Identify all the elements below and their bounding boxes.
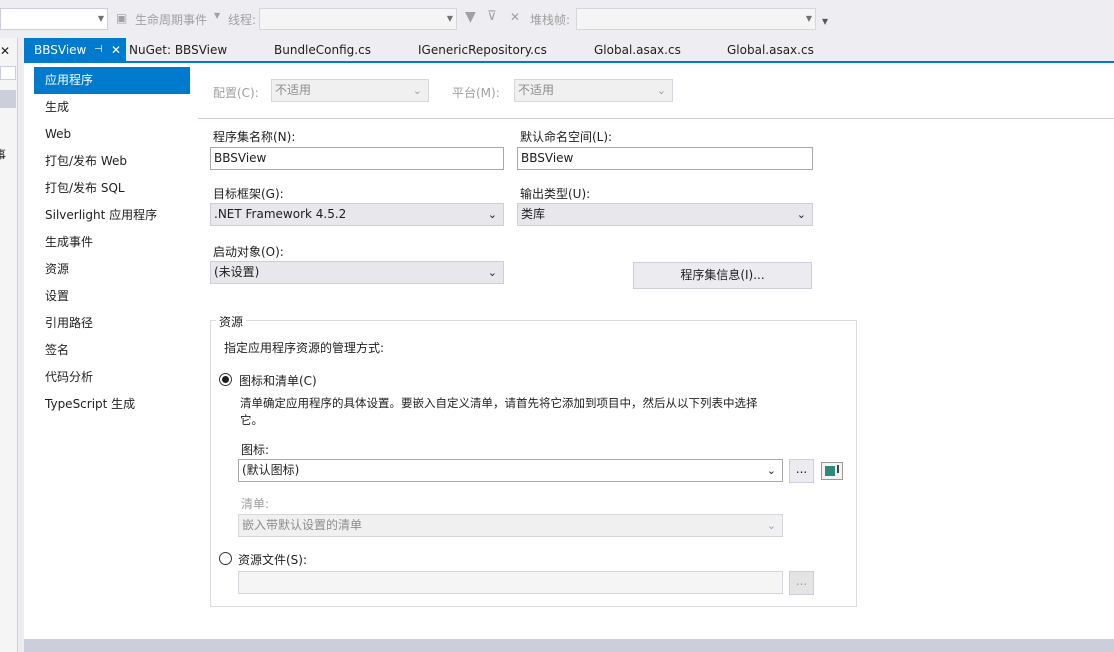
- output-type-combo[interactable]: 类库 ⌄: [517, 203, 813, 226]
- config-separator: [198, 118, 1114, 119]
- tab-nuget[interactable]: NuGet: BBSView: [129, 38, 227, 62]
- resources-group-title: 资源: [216, 313, 247, 330]
- platform-label: 平台(M):: [452, 86, 500, 100]
- pin-icon[interactable]: ⊣: [94, 38, 103, 62]
- nav-build[interactable]: 生成: [34, 94, 190, 121]
- output-type-label: 输出类型(U):: [520, 187, 591, 201]
- close-icon[interactable]: ✕: [0, 44, 10, 58]
- resources-description: 指定应用程序资源的管理方式:: [224, 341, 385, 355]
- target-framework-value: .NET Framework 4.5.2: [214, 207, 347, 221]
- manifest-combo[interactable]: 嵌入带默认设置的清单 ⌄: [238, 514, 783, 537]
- dropdown-arrow-icon[interactable]: ▼: [214, 11, 220, 20]
- nav-code-analysis[interactable]: 代码分析: [34, 364, 190, 391]
- resource-file-input[interactable]: [238, 571, 783, 594]
- tab-global-asax-2[interactable]: Global.asax.cs: [727, 38, 814, 62]
- output-type-value: 类库: [521, 207, 546, 221]
- chevron-down-icon: ⌄: [412, 84, 422, 97]
- nav-package-publish-web[interactable]: 打包/发布 Web: [34, 148, 190, 175]
- chevron-down-icon: ⌄: [766, 464, 776, 477]
- platform-combo[interactable]: 不适用 ⌄: [514, 79, 673, 102]
- default-namespace-label: 默认命名空间(L):: [520, 130, 613, 144]
- manifest-label: 清单:: [241, 497, 270, 511]
- assembly-name-label: 程序集名称(N):: [213, 130, 296, 144]
- tab-label: Global.asax.cs: [727, 43, 814, 57]
- icon-manifest-help-line1: 清单确定应用程序的具体设置。要嵌入自定义清单，请首先将它添加到项目中，然后从以下…: [240, 396, 758, 410]
- tab-bbsview[interactable]: BBSView ⊣ ✕: [24, 38, 126, 62]
- lifecycle-icon: ▣: [116, 11, 128, 25]
- tab-label: BBSView: [34, 43, 87, 57]
- resource-file-radio[interactable]: [219, 552, 232, 565]
- stack-frame-combo[interactable]: ▼: [576, 8, 816, 30]
- chevron-down-icon: ▼: [97, 14, 104, 23]
- nav-build-events[interactable]: 生成事件: [34, 229, 190, 256]
- nav-signing[interactable]: 签名: [34, 337, 190, 364]
- default-namespace-input[interactable]: BBSView: [517, 147, 813, 170]
- resource-file-label[interactable]: 资源文件(S):: [238, 551, 307, 568]
- nav-resources[interactable]: 资源: [34, 256, 190, 283]
- tab-label: NuGet: BBSView: [129, 43, 228, 57]
- flag-threads-icon[interactable]: ✕: [510, 10, 520, 24]
- tab-bundleconfig[interactable]: BundleConfig.cs: [274, 38, 371, 62]
- manifest-value: 嵌入带默认设置的清单: [242, 518, 363, 532]
- icon-manifest-help-line2: 它。: [240, 413, 263, 427]
- startup-object-value: (未设置): [214, 265, 260, 279]
- chevron-down-icon: ⌄: [796, 208, 806, 221]
- stub-cut-text: 事: [0, 148, 7, 162]
- tab-label: BundleConfig.cs: [274, 43, 371, 57]
- icon-manifest-label[interactable]: 图标和清单(C): [239, 372, 317, 389]
- icon-manifest-radio[interactable]: [219, 373, 232, 386]
- close-icon[interactable]: ✕: [111, 38, 121, 62]
- nav-silverlight[interactable]: Silverlight 应用程序: [34, 202, 190, 229]
- chevron-down-icon: ▼: [805, 14, 812, 23]
- chevron-down-icon: ⌄: [487, 266, 497, 279]
- startup-object-label: 启动对象(O):: [213, 245, 284, 259]
- tab-igenericrepository[interactable]: IGenericRepository.cs: [418, 38, 547, 62]
- document-tab-bar: BBSView ⊣ ✕ NuGet: BBSView BundleConfig.…: [18, 38, 1114, 62]
- toolbar-overflow-icon[interactable]: ▾: [822, 14, 828, 28]
- process-combo[interactable]: ▼: [0, 8, 108, 30]
- chevron-down-icon: ⌄: [487, 208, 497, 221]
- stub-selected-row[interactable]: [0, 90, 16, 108]
- icon-browse-button[interactable]: ...: [789, 459, 814, 483]
- solution-explorer-stub: ✕ 事: [0, 38, 18, 652]
- icon-preview-icon: [821, 462, 843, 480]
- nav-package-publish-sql[interactable]: 打包/发布 SQL: [34, 175, 190, 202]
- lifecycle-events-label[interactable]: 生命周期事件: [135, 11, 207, 28]
- bottom-scroll-area: [24, 639, 1114, 652]
- config-label: 配置(C):: [213, 86, 259, 100]
- target-framework-label: 目标框架(G):: [213, 187, 284, 201]
- filter-clear-icon[interactable]: ⊽: [487, 9, 497, 24]
- startup-object-combo[interactable]: (未设置) ⌄: [210, 261, 504, 284]
- platform-value: 不适用: [518, 83, 555, 97]
- icon-label: 图标:: [241, 443, 270, 457]
- thread-combo[interactable]: ▼: [259, 8, 457, 30]
- icon-value: (默认图标): [242, 463, 300, 477]
- nav-settings[interactable]: 设置: [34, 283, 190, 310]
- nav-reference-paths[interactable]: 引用路径: [34, 310, 190, 337]
- tab-label: Global.asax.cs: [594, 43, 681, 57]
- tab-label: IGenericRepository.cs: [418, 43, 547, 57]
- config-value: 不适用: [275, 83, 312, 97]
- nav-web[interactable]: Web: [34, 121, 190, 148]
- assembly-info-button[interactable]: 程序集信息(I)...: [633, 262, 812, 289]
- debug-toolbar: ▼ ▣ 生命周期事件 ▼ 线程: ▼ ▼ ⊽ ✕ 堆栈帧: ▼ ▾: [0, 0, 1114, 38]
- config-combo[interactable]: 不适用 ⌄: [271, 79, 429, 102]
- chevron-down-icon: ⌄: [656, 84, 666, 97]
- chevron-down-icon: ⌄: [766, 519, 776, 532]
- filter-icon[interactable]: ▼: [465, 9, 476, 25]
- thread-label: 线程:: [228, 13, 257, 27]
- nav-selection-arrow: [166, 67, 175, 93]
- target-framework-combo[interactable]: .NET Framework 4.5.2 ⌄: [210, 203, 504, 226]
- resource-file-browse-button[interactable]: ...: [789, 571, 814, 595]
- stack-frame-label: 堆栈帧:: [530, 13, 571, 27]
- nav-typescript-build[interactable]: TypeScript 生成: [34, 391, 190, 418]
- assembly-name-input[interactable]: BBSView: [210, 147, 504, 170]
- stub-combo[interactable]: [0, 66, 16, 80]
- tab-global-asax-1[interactable]: Global.asax.cs: [594, 38, 681, 62]
- icon-combo[interactable]: (默认图标) ⌄: [238, 459, 783, 482]
- chevron-down-icon: ▼: [446, 14, 453, 23]
